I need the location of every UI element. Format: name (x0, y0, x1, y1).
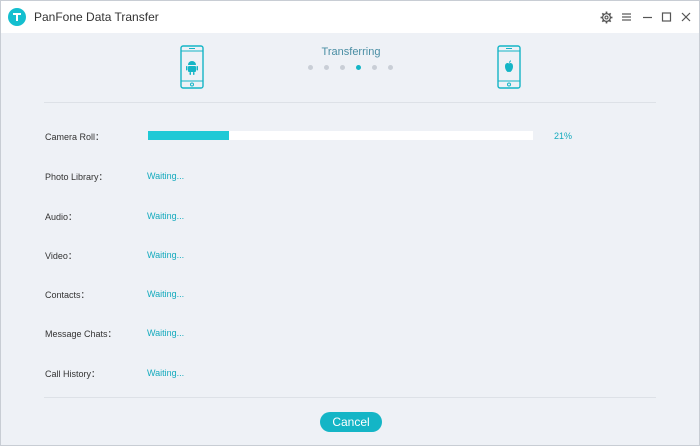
step-dot (388, 65, 393, 70)
gear-icon (600, 11, 612, 23)
app-title: PanFone Data Transfer (34, 10, 159, 24)
apple-phone-icon (497, 45, 521, 89)
progress-bar (148, 131, 533, 140)
step-dot (372, 65, 377, 70)
row-label: Message Chats： (45, 329, 117, 339)
maximize-button[interactable] (658, 9, 674, 25)
row-status: Waiting... (147, 171, 185, 181)
target-device (497, 45, 521, 94)
top-divider (44, 102, 656, 103)
close-button[interactable] (678, 9, 694, 25)
step-dot (324, 65, 329, 70)
row-status: Waiting... (147, 289, 185, 299)
row-label: Contacts： (45, 290, 90, 300)
step-dot (308, 65, 313, 70)
close-icon (681, 12, 691, 22)
android-phone-icon (180, 45, 204, 89)
minimize-icon (642, 16, 652, 19)
row-label: Camera Roll： (45, 132, 105, 142)
row-label: Photo Library： (45, 172, 108, 182)
row-status: Waiting... (147, 368, 185, 378)
title-bar: PanFone Data Transfer (1, 1, 699, 33)
cancel-button[interactable]: Cancel (320, 412, 382, 432)
minimize-button[interactable] (639, 9, 655, 25)
app-window: PanFone Data Transfer Transferring Camer… (0, 0, 700, 446)
row-status: Waiting... (147, 211, 185, 221)
app-logo-icon (8, 8, 26, 26)
source-device (180, 45, 204, 94)
settings-button[interactable] (598, 9, 614, 25)
row-status: Waiting... (147, 250, 185, 260)
row-label: Audio： (45, 212, 78, 222)
bottom-divider (44, 397, 656, 398)
step-dot (356, 65, 361, 70)
row-label: Video： (45, 251, 77, 261)
progress-fill (148, 131, 229, 140)
row-status: Waiting... (147, 328, 185, 338)
menu-icon (621, 13, 631, 21)
progress-percent: 21% (554, 131, 573, 141)
maximize-icon (661, 12, 671, 22)
transfer-status: Transferring (321, 46, 381, 58)
menu-button[interactable] (618, 9, 634, 25)
step-dot (340, 65, 345, 70)
row-label: Call History： (45, 369, 101, 379)
